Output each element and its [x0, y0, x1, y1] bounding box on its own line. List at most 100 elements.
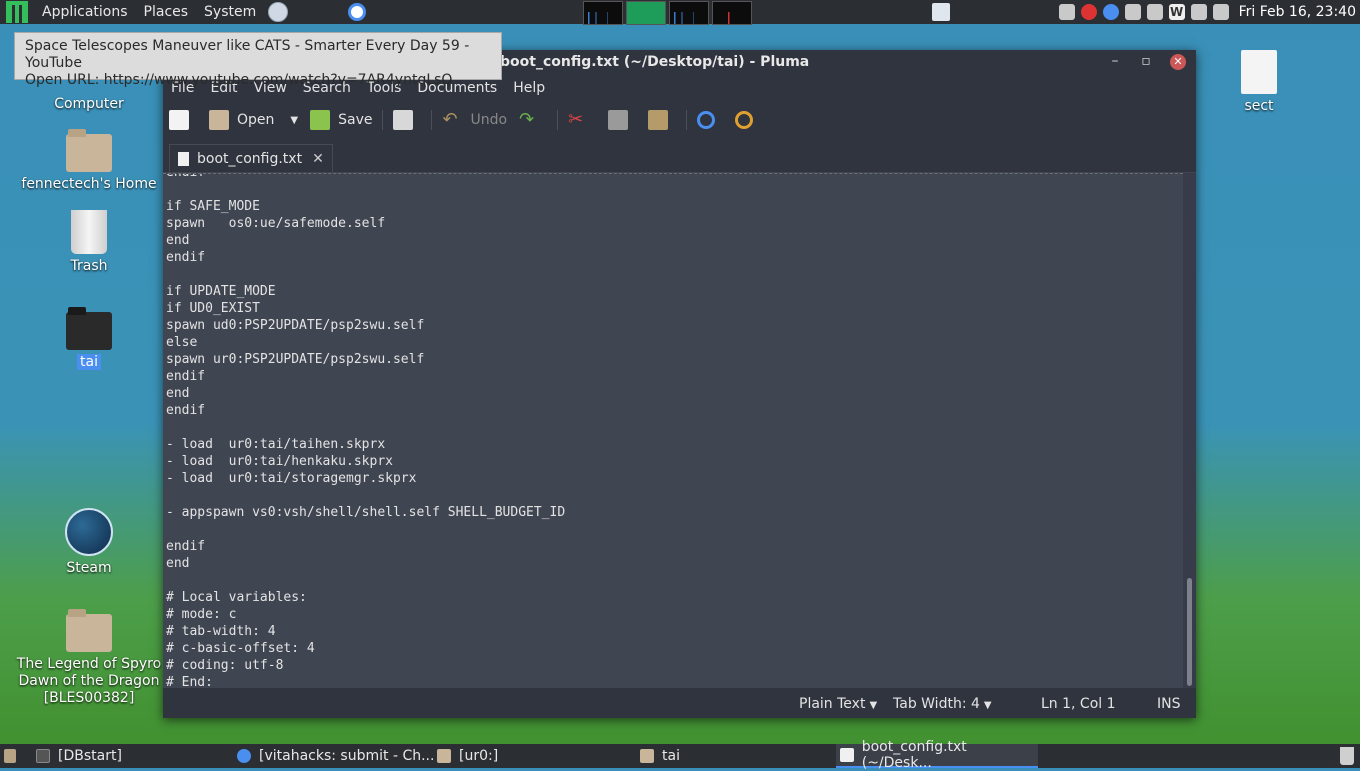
- tab-width-selector[interactable]: Tab Width: 4 ▼: [893, 696, 992, 712]
- task-label: [DBstart]: [58, 748, 122, 764]
- menu-help[interactable]: Help: [505, 80, 553, 96]
- chevron-down-icon: ▼: [983, 700, 992, 711]
- toolbar-separator: [686, 110, 688, 130]
- close-tab-icon[interactable]: ✕: [312, 151, 324, 167]
- memory-graph: [626, 1, 666, 25]
- load-graph: [712, 1, 752, 25]
- show-desktop-button[interactable]: [4, 744, 24, 768]
- undo-label: Undo: [470, 112, 508, 128]
- file-icon: [1241, 50, 1277, 94]
- mate-menu-icon[interactable]: [6, 1, 28, 23]
- chevron-down-icon: ▼: [869, 700, 878, 711]
- pluma-window: boot_config.txt (~/Desktop/tai) - Pluma …: [163, 50, 1196, 718]
- desktop-icon-sect[interactable]: sect: [1184, 50, 1334, 114]
- save-label: Save: [338, 112, 373, 128]
- magnifier-icon: [697, 111, 716, 129]
- usb-icon[interactable]: [1124, 4, 1141, 20]
- taskbar-item-ur0[interactable]: [ur0:]: [437, 744, 498, 768]
- taskbar-item-dbstart[interactable]: [DBstart]: [36, 744, 122, 768]
- task-label: boot_config.txt (~/Desk...: [861, 739, 967, 771]
- desktop-icon-tai[interactable]: tai: [14, 307, 164, 370]
- network-icon[interactable]: [1212, 4, 1229, 20]
- w-app-icon[interactable]: W: [1168, 4, 1185, 20]
- scissors-icon: ✂: [568, 109, 584, 130]
- desktop-icon: [4, 749, 16, 763]
- desktop-icon-trash[interactable]: Trash: [14, 210, 164, 274]
- system-menu[interactable]: System: [196, 4, 264, 20]
- download-icon[interactable]: [932, 3, 950, 21]
- system-monitor[interactable]: [583, 1, 752, 25]
- vertical-scrollbar[interactable]: [1183, 173, 1196, 688]
- toolbar-separator: [431, 110, 433, 130]
- language-selector[interactable]: Plain Text ▼: [799, 696, 877, 712]
- close-button[interactable]: ✕: [1170, 54, 1186, 70]
- desktop-icon-home[interactable]: fennectech's Home: [14, 129, 164, 192]
- open-label: Open: [237, 112, 275, 128]
- task-label: tai: [662, 748, 680, 764]
- places-menu[interactable]: Places: [136, 4, 197, 20]
- desktop-icon-label: sect: [1244, 98, 1274, 114]
- open-button[interactable]: Open: [203, 105, 280, 135]
- taskbar-item-chrome[interactable]: [vitahacks: submit - Ch...: [237, 744, 434, 768]
- window-title: boot_config.txt (~/Desktop/tai) - Pluma: [500, 54, 810, 70]
- taskbar-item-boot-config[interactable]: boot_config.txt (~/Desk...: [836, 739, 1038, 771]
- editor-content[interactable]: endif if SAFE_MODE spawn os0:ue/safemode…: [163, 174, 565, 689]
- print-button[interactable]: [387, 105, 427, 135]
- folder-icon: [437, 749, 451, 763]
- task-label: [ur0:]: [459, 748, 499, 764]
- folder-icon: [66, 609, 112, 652]
- clock[interactable]: Fri Feb 16, 23:40: [1239, 4, 1356, 20]
- printer-icon: [393, 110, 414, 130]
- mail-icon[interactable]: [1080, 4, 1097, 20]
- applications-menu[interactable]: Applications: [34, 4, 136, 20]
- chrome-launcher-icon[interactable]: [348, 3, 367, 21]
- desktop-icon-steam[interactable]: Steam: [14, 508, 164, 576]
- volume-icon[interactable]: [1190, 4, 1207, 20]
- desktop-icon-label: fennectech's Home: [21, 176, 157, 192]
- taskbar-item-tai[interactable]: tai: [640, 744, 680, 768]
- copy-button[interactable]: [602, 105, 642, 135]
- tooltip-url: Open URL: https://www.youtube.com/watch?…: [25, 72, 453, 88]
- statusbar: Plain Text ▼ Tab Width: 4 ▼ Ln 1, Col 1 IN…: [163, 688, 1196, 718]
- printer-icon[interactable]: [1146, 4, 1163, 20]
- steam-icon: [65, 508, 113, 556]
- system-tray: W Fri Feb 16, 23:40: [1058, 0, 1356, 24]
- new-button[interactable]: [163, 105, 203, 135]
- open-recent-dropdown[interactable]: ▼: [280, 105, 304, 135]
- undo-button[interactable]: ↶ Undo: [436, 105, 513, 135]
- toolbar-separator: [382, 110, 384, 130]
- text-editor[interactable]: endif if SAFE_MODE spawn os0:ue/safemode…: [163, 173, 1183, 689]
- minimize-button[interactable]: –: [1107, 54, 1123, 70]
- language-label: Plain Text: [799, 696, 866, 712]
- new-document-icon: [169, 110, 189, 130]
- top-panel: Applications Places System W Fri Feb 16,…: [0, 0, 1360, 25]
- folder-icon: [640, 749, 654, 763]
- desktop-icon-label: The Legend of Spyro Dawn of the Dragon […: [16, 656, 162, 706]
- desktop-icon-label: tai: [77, 354, 101, 370]
- trash-icon: [71, 210, 107, 254]
- text-file-icon: [178, 151, 189, 166]
- redo-button[interactable]: ↷: [513, 105, 553, 135]
- desktop-icon-spyro[interactable]: The Legend of Spyro Dawn of the Dragon […: [14, 609, 164, 707]
- tab-boot-config[interactable]: boot_config.txt ✕: [169, 144, 333, 172]
- find-replace-button[interactable]: [729, 105, 767, 135]
- url-tooltip: Space Telescopes Maneuver like CATS - Sm…: [14, 32, 502, 88]
- cut-button[interactable]: ✂: [562, 105, 602, 135]
- dropbox-icon[interactable]: [1058, 4, 1075, 20]
- scrollbar-thumb[interactable]: [1187, 578, 1192, 686]
- chrome-tray-icon[interactable]: [1102, 4, 1119, 20]
- open-folder-icon: [209, 110, 229, 130]
- terminal-icon: [36, 749, 50, 763]
- save-button[interactable]: Save: [304, 105, 378, 135]
- undo-arrow-icon: ↶: [442, 109, 458, 130]
- insert-mode: INS: [1157, 696, 1181, 712]
- paste-button[interactable]: [642, 105, 682, 135]
- document-tabs: boot_config.txt ✕: [163, 144, 1196, 173]
- web-browser-launcher-icon[interactable]: [268, 2, 289, 22]
- toolbar: Open ▼ Save ↶ Undo ↷ ✂: [163, 100, 1196, 140]
- trash-applet-icon[interactable]: [1340, 747, 1354, 765]
- toolbar-separator: [557, 110, 559, 130]
- network-graph: [669, 1, 709, 25]
- find-button[interactable]: [691, 105, 729, 135]
- maximize-button[interactable]: ▫: [1138, 54, 1154, 70]
